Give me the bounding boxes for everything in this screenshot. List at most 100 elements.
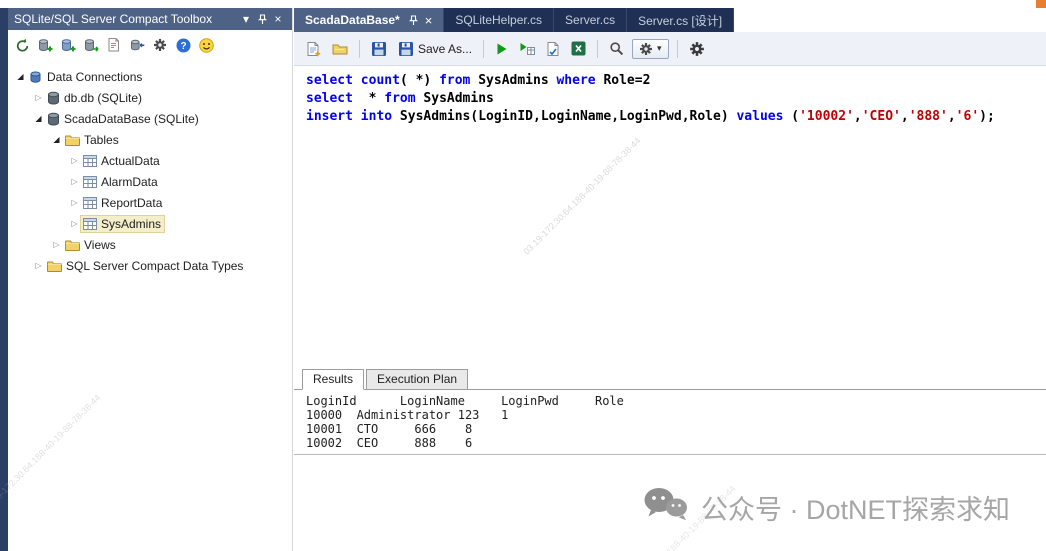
parse-sql-icon[interactable] [543,39,563,59]
tab-server-cs[interactable]: Server.cs [设计] [627,8,735,32]
connections-tree: ◢ Data Connections ▷ db.db (SQLite) ◢ ScadaDa… [8,60,292,276]
add-sqlce-connection-icon[interactable] [58,35,78,55]
table-icon [83,154,97,167]
tree-item-label: SQL Server Compact Data Types [66,258,244,273]
options-gear-icon[interactable] [150,35,170,55]
tree-item-label: db.db (SQLite) [64,90,143,105]
tree-item-sql-server-compact-data-types[interactable]: ▷ SQL Server Compact Data Types [8,255,292,276]
brand-watermark: 公众号 · DotNET探索求知 [643,486,1010,529]
window-left-border [0,8,8,551]
window-top-strip [0,0,1046,8]
tree-item-scadadatabase-sqlite[interactable]: ◢ ScadaDataBase (SQLite) [8,108,292,129]
execute-with-plan-icon[interactable] [516,39,538,58]
folder-icon [65,134,80,146]
code-token: , [900,109,909,124]
toolbar-separator [597,39,599,58]
tree-item-alarmdata[interactable]: ▷ AlarmData [8,171,292,192]
tree-item-data-connections[interactable]: ◢ Data Connections [8,66,292,87]
pin-icon[interactable] [254,8,270,30]
expander-icon[interactable]: ◢ [32,114,45,123]
toolbar-separator [359,39,360,58]
tab-results[interactable]: Results [302,369,365,390]
tree-item-label: AlarmData [101,174,158,189]
document-tab-bar: ScadaDataBase* × SQLiteHelper.cs Server.cs S… [294,8,735,32]
code-token: '888' [908,109,948,124]
tree-item-label: Data Connections [47,69,143,84]
code-token: select [306,91,353,106]
feedback-smiley-icon[interactable] [196,35,216,55]
code-token: from [384,91,416,106]
add-server-connection-icon[interactable] [81,35,101,55]
code-token: SysAdmins(LoginID,LoginName,LoginPwd,Rol… [392,109,737,124]
execute-icon[interactable] [492,40,511,58]
expander-icon[interactable]: ▷ [32,261,45,270]
search-icon[interactable] [606,39,627,58]
tree-item-label: SysAdmins [101,216,162,231]
expander-icon[interactable]: ◢ [50,135,63,144]
toolbox-panel: SQLite/SQL Server Compact Toolbox ▾ × ? … [8,8,293,551]
tree-item-sysadmins[interactable]: ▷ SysAdmins [8,213,292,234]
application-window: SQLite/SQL Server Compact Toolbox ▾ × ? … [0,0,1046,551]
results-panel: Results Execution Plan LoginId LoginName … [294,368,1046,455]
tree-item-label: ScadaDataBase (SQLite) [64,111,199,126]
settings-gear-icon[interactable] [686,39,708,59]
expander-icon[interactable]: ▷ [68,156,81,165]
chevron-down-icon: ▾ [657,43,662,53]
save-as-button[interactable]: Save As... [395,39,475,59]
tree-item-db-db-sqlite[interactable]: ▷ db.db (SQLite) [8,87,292,108]
save-icon[interactable] [368,39,390,59]
refresh-icon[interactable] [12,35,32,55]
save-as-label: Save As... [418,41,473,56]
add-sqlite-connection-icon[interactable] [35,35,55,55]
toolbox-toolbar: ? [8,30,292,60]
code-token: ( [783,109,800,124]
code-token: SysAdmins [470,73,557,88]
expander-icon[interactable]: ▷ [68,198,81,207]
expander-icon[interactable]: ▷ [68,177,81,186]
tab-sqlitehelper-cs[interactable]: SQLiteHelper.cs [444,8,555,32]
tab-scadadatabase[interactable]: ScadaDataBase* × [294,8,445,32]
close-icon[interactable]: × [270,8,286,30]
tree-item-reportdata[interactable]: ▷ ReportData [8,192,292,213]
toolbox-titlebar[interactable]: SQLite/SQL Server Compact Toolbox ▾ × [8,8,292,30]
code-token: SysAdmins [415,91,494,106]
tab-execution-plan[interactable]: Execution Plan [366,369,469,390]
tree-item-label: ActualData [101,153,160,168]
script-database-icon[interactable] [104,35,124,55]
export-excel-icon[interactable] [568,39,589,58]
expander-icon[interactable]: ▷ [50,240,63,249]
tree-item-views[interactable]: ▷ Views [8,234,292,255]
tree-item-tables[interactable]: ◢ Tables [8,129,292,150]
close-icon[interactable]: × [425,13,433,28]
code-line: insert into SysAdmins(LoginID,LoginName,… [306,108,1046,126]
code-token: ( *) [399,73,440,88]
corner-accent [1036,0,1046,8]
expander-icon[interactable]: ◢ [14,72,27,81]
sql-editor[interactable]: select count( *) from SysAdmins where Ro… [294,66,1046,368]
tree-item-label: Views [84,237,116,252]
code-token: insert [306,109,353,124]
results-row: 10001 CTO 666 8 [306,422,473,436]
import-icon[interactable] [127,35,147,55]
table-icon [83,196,97,209]
window-position-menu-icon[interactable]: ▾ [238,8,254,30]
open-query-icon[interactable] [329,40,351,58]
code-token: '10002' [799,109,854,124]
tree-item-label: Tables [84,132,119,147]
pin-icon[interactable] [408,14,418,26]
help-icon[interactable]: ? [173,35,193,55]
tab-server-cs[interactable]: Server.cs [554,8,628,32]
new-query-icon[interactable] [303,39,324,59]
tree-item-actualdata[interactable]: ▷ ActualData [8,150,292,171]
results-row: 10000 Administrator 123 1 [306,408,509,422]
code-token: ); [979,109,995,124]
code-token: into [360,109,393,124]
code-token: from [439,73,471,88]
options-dropdown[interactable]: ▾ [632,38,669,59]
expander-icon[interactable]: ▷ [68,219,81,228]
toolbox-title: SQLite/SQL Server Compact Toolbox [14,12,213,26]
expander-icon[interactable]: ▷ [32,93,45,102]
code-token: 'CEO' [861,109,901,124]
tab-label: Server.cs [设计] [638,13,723,28]
